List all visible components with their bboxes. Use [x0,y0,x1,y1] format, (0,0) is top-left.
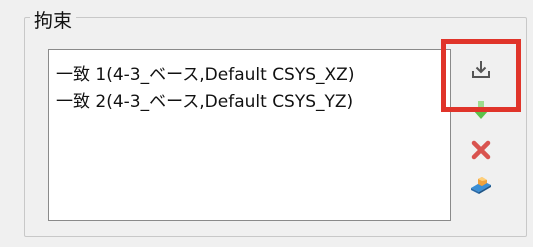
delete-button[interactable] [469,138,493,162]
assembly-button[interactable] [469,172,493,196]
delete-x-icon [471,140,491,160]
list-item[interactable]: 一致 1(4-3_ベース,Default CSYS_XZ) [56,60,354,85]
constraint-panel: 拘束 一致 1(4-3_ベース,Default CSYS_XZ) 一致 2(4-… [0,0,533,247]
assembly-icon [471,177,491,194]
constraint-list[interactable]: 一致 1(4-3_ベース,Default CSYS_XZ) 一致 2(4-3_ベ… [48,49,451,221]
highlight-box [441,39,521,112]
list-item[interactable]: 一致 2(4-3_ベース,Default CSYS_YZ) [56,87,353,112]
group-title: 拘束 [30,6,77,33]
